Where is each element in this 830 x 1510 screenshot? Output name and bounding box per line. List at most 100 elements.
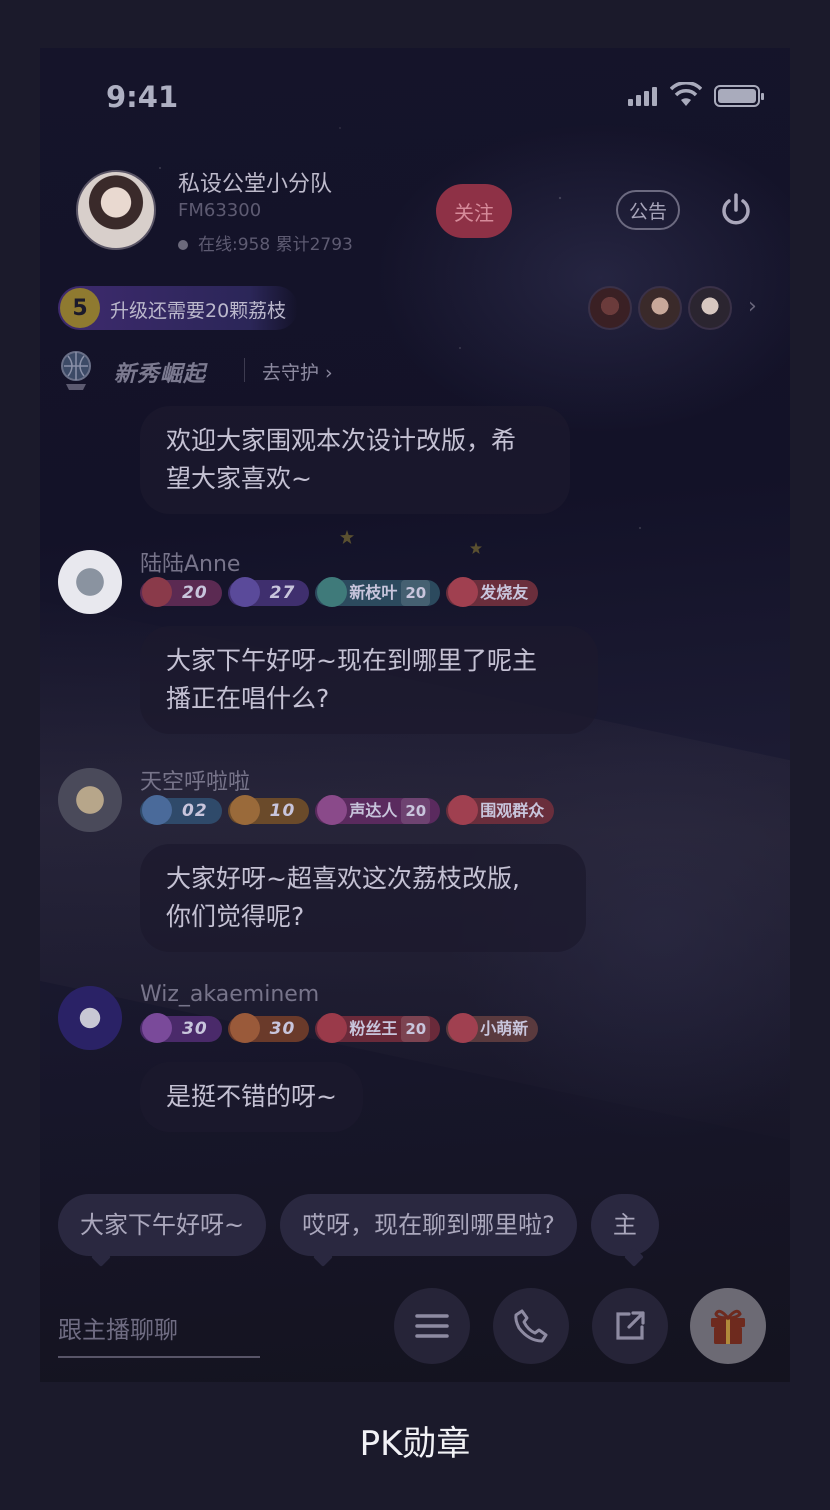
level-text: 升级还需要20颗荔枝: [110, 300, 287, 322]
flame-icon: [142, 1013, 172, 1043]
badge-level: 20: [401, 580, 431, 606]
chat-text-line: 是挺不错的呀~: [166, 1082, 337, 1111]
level-progress-bar[interactable]: 5 升级还需要20颗荔枝: [58, 286, 298, 330]
guard-title: 新秀崛起: [114, 362, 207, 387]
badge-label: 30: [182, 1019, 208, 1039]
notice-button[interactable]: 公告: [616, 190, 680, 230]
wifi-icon: [670, 82, 702, 106]
status-time: 9:41: [106, 80, 179, 114]
chat-input[interactable]: [58, 1308, 260, 1352]
crown-icon: [317, 1013, 348, 1043]
viewer-avatar: [588, 286, 632, 330]
badge-label: 粉丝王: [349, 1019, 398, 1038]
quick-reply-chip[interactable]: 哎呀，现在聊到哪里啦?: [280, 1194, 577, 1256]
wealth-level-badge: 20: [140, 577, 222, 607]
face-icon: [448, 577, 479, 607]
badge-level: 20: [401, 1016, 431, 1042]
title-badge: 发烧友: [446, 577, 539, 607]
host-id: FM63300: [178, 200, 262, 221]
guard-link[interactable]: 去守护 ›: [262, 358, 333, 385]
signal-icon: [628, 86, 664, 106]
title-badge: 围观群众: [446, 795, 555, 825]
fan-badge: 新枝叶 20: [315, 577, 441, 607]
leaf-icon: [317, 577, 348, 607]
chat-bubble: 大家好呀~超喜欢这次荔枝改版, 你们觉得呢?: [140, 844, 586, 952]
status-bar: 9:41: [40, 48, 790, 144]
share-button[interactable]: [592, 1288, 668, 1364]
online-dot-icon: [178, 240, 188, 250]
wing-icon: [229, 795, 260, 825]
face-icon: [448, 795, 479, 825]
mic-icon: [317, 795, 348, 825]
star-icon: [340, 530, 354, 544]
badge-label: 声达人: [349, 801, 398, 820]
level-badge: 5: [60, 288, 100, 328]
chat-text-line: 你们觉得呢?: [166, 902, 305, 931]
charm-level-badge: 10: [227, 795, 310, 825]
charm-level-badge: 30: [227, 1013, 310, 1043]
chat-text-line: 大家下午好呀~现在到哪里了呢主: [166, 646, 537, 675]
badge-label: 10: [269, 801, 296, 821]
chat-input-area[interactable]: [58, 1308, 260, 1358]
face-icon: [448, 1013, 479, 1043]
phone-icon: [514, 1309, 548, 1343]
chat-bubble: 是挺不错的呀~: [140, 1062, 363, 1132]
flame-icon: [142, 577, 172, 607]
badge-label: 发烧友: [480, 583, 529, 602]
menu-icon: [415, 1314, 449, 1338]
chat-text-line: 欢迎大家围观本次设计改版，希: [166, 426, 517, 455]
charm-level-badge: 27: [227, 577, 310, 607]
user-name[interactable]: 陆陆Anne: [140, 546, 240, 578]
divider: [244, 358, 245, 382]
host-stats-text: 在线:958 累计2793: [198, 235, 353, 255]
viewer-avatars[interactable]: ›: [588, 286, 768, 330]
wealth-level-badge: 30: [140, 1013, 222, 1043]
badge-label: 新枝叶: [349, 583, 398, 602]
battery-icon: [714, 85, 764, 107]
host-stats: 在线:958 累计2793: [178, 230, 353, 255]
badge-label: 围观群众: [480, 801, 545, 820]
badge-row: 02 10 声达人 20 围观群众: [140, 795, 560, 828]
badge-level: 20: [401, 798, 431, 824]
guard-row[interactable]: 新秀崛起 去守护 ›: [56, 348, 456, 392]
chat-bubble: 欢迎大家围观本次设计改版，希 望大家喜欢~: [140, 406, 570, 514]
badge-row: 20 27 新枝叶 20 发烧友: [140, 577, 544, 610]
share-icon: [616, 1311, 645, 1340]
menu-button[interactable]: [394, 1288, 470, 1364]
quick-reply-chip[interactable]: 主: [590, 1194, 659, 1256]
phone-screen: 9:41 私设公堂小分队 FM63300 在线:958 累计2793 关注 公告…: [40, 48, 790, 1382]
follow-button[interactable]: 关注: [436, 184, 512, 238]
badge-label: 02: [182, 801, 208, 821]
badge-label: 27: [269, 583, 296, 603]
wealth-level-badge: 02: [140, 795, 222, 825]
caption: PK勋章: [359, 1424, 471, 1464]
chevron-right-icon: ›: [748, 294, 757, 319]
flame-icon: [142, 795, 172, 825]
user-name[interactable]: 天空呼啦啦: [140, 764, 250, 796]
viewer-avatar: [688, 286, 732, 330]
user-name[interactable]: Wiz_akaeminem: [140, 982, 319, 1007]
fan-badge: 粉丝王 20: [315, 1013, 441, 1043]
host-avatar[interactable]: [76, 170, 156, 250]
user-avatar[interactable]: [58, 550, 122, 614]
chat-text-line: 望大家喜欢~: [166, 464, 312, 493]
globe-trophy-icon: [61, 351, 91, 390]
user-avatar[interactable]: [58, 986, 122, 1050]
host-name: 私设公堂小分队: [178, 172, 333, 197]
wing-icon: [229, 1013, 260, 1043]
quick-reply-chip[interactable]: 大家下午好呀~: [58, 1194, 267, 1256]
fan-badge: 声达人 20: [315, 795, 441, 825]
chat-text-line: 大家好呀~超喜欢这次荔枝改版,: [166, 864, 520, 893]
call-button[interactable]: [493, 1288, 569, 1364]
user-avatar[interactable]: [58, 768, 122, 832]
badge-label: 30: [269, 1019, 296, 1039]
power-icon[interactable]: [718, 192, 754, 228]
badge-label: 小萌新: [480, 1019, 529, 1038]
badge-label: 20: [182, 583, 208, 603]
gift-icon: [711, 1309, 745, 1344]
gift-button[interactable]: [690, 1288, 766, 1364]
viewer-avatar: [638, 286, 682, 330]
star-icon: [470, 542, 482, 554]
chat-bubble: 大家下午好呀~现在到哪里了呢主 播正在唱什么?: [140, 626, 598, 734]
badge-row: 30 30 粉丝王 20 小萌新: [140, 1013, 544, 1046]
